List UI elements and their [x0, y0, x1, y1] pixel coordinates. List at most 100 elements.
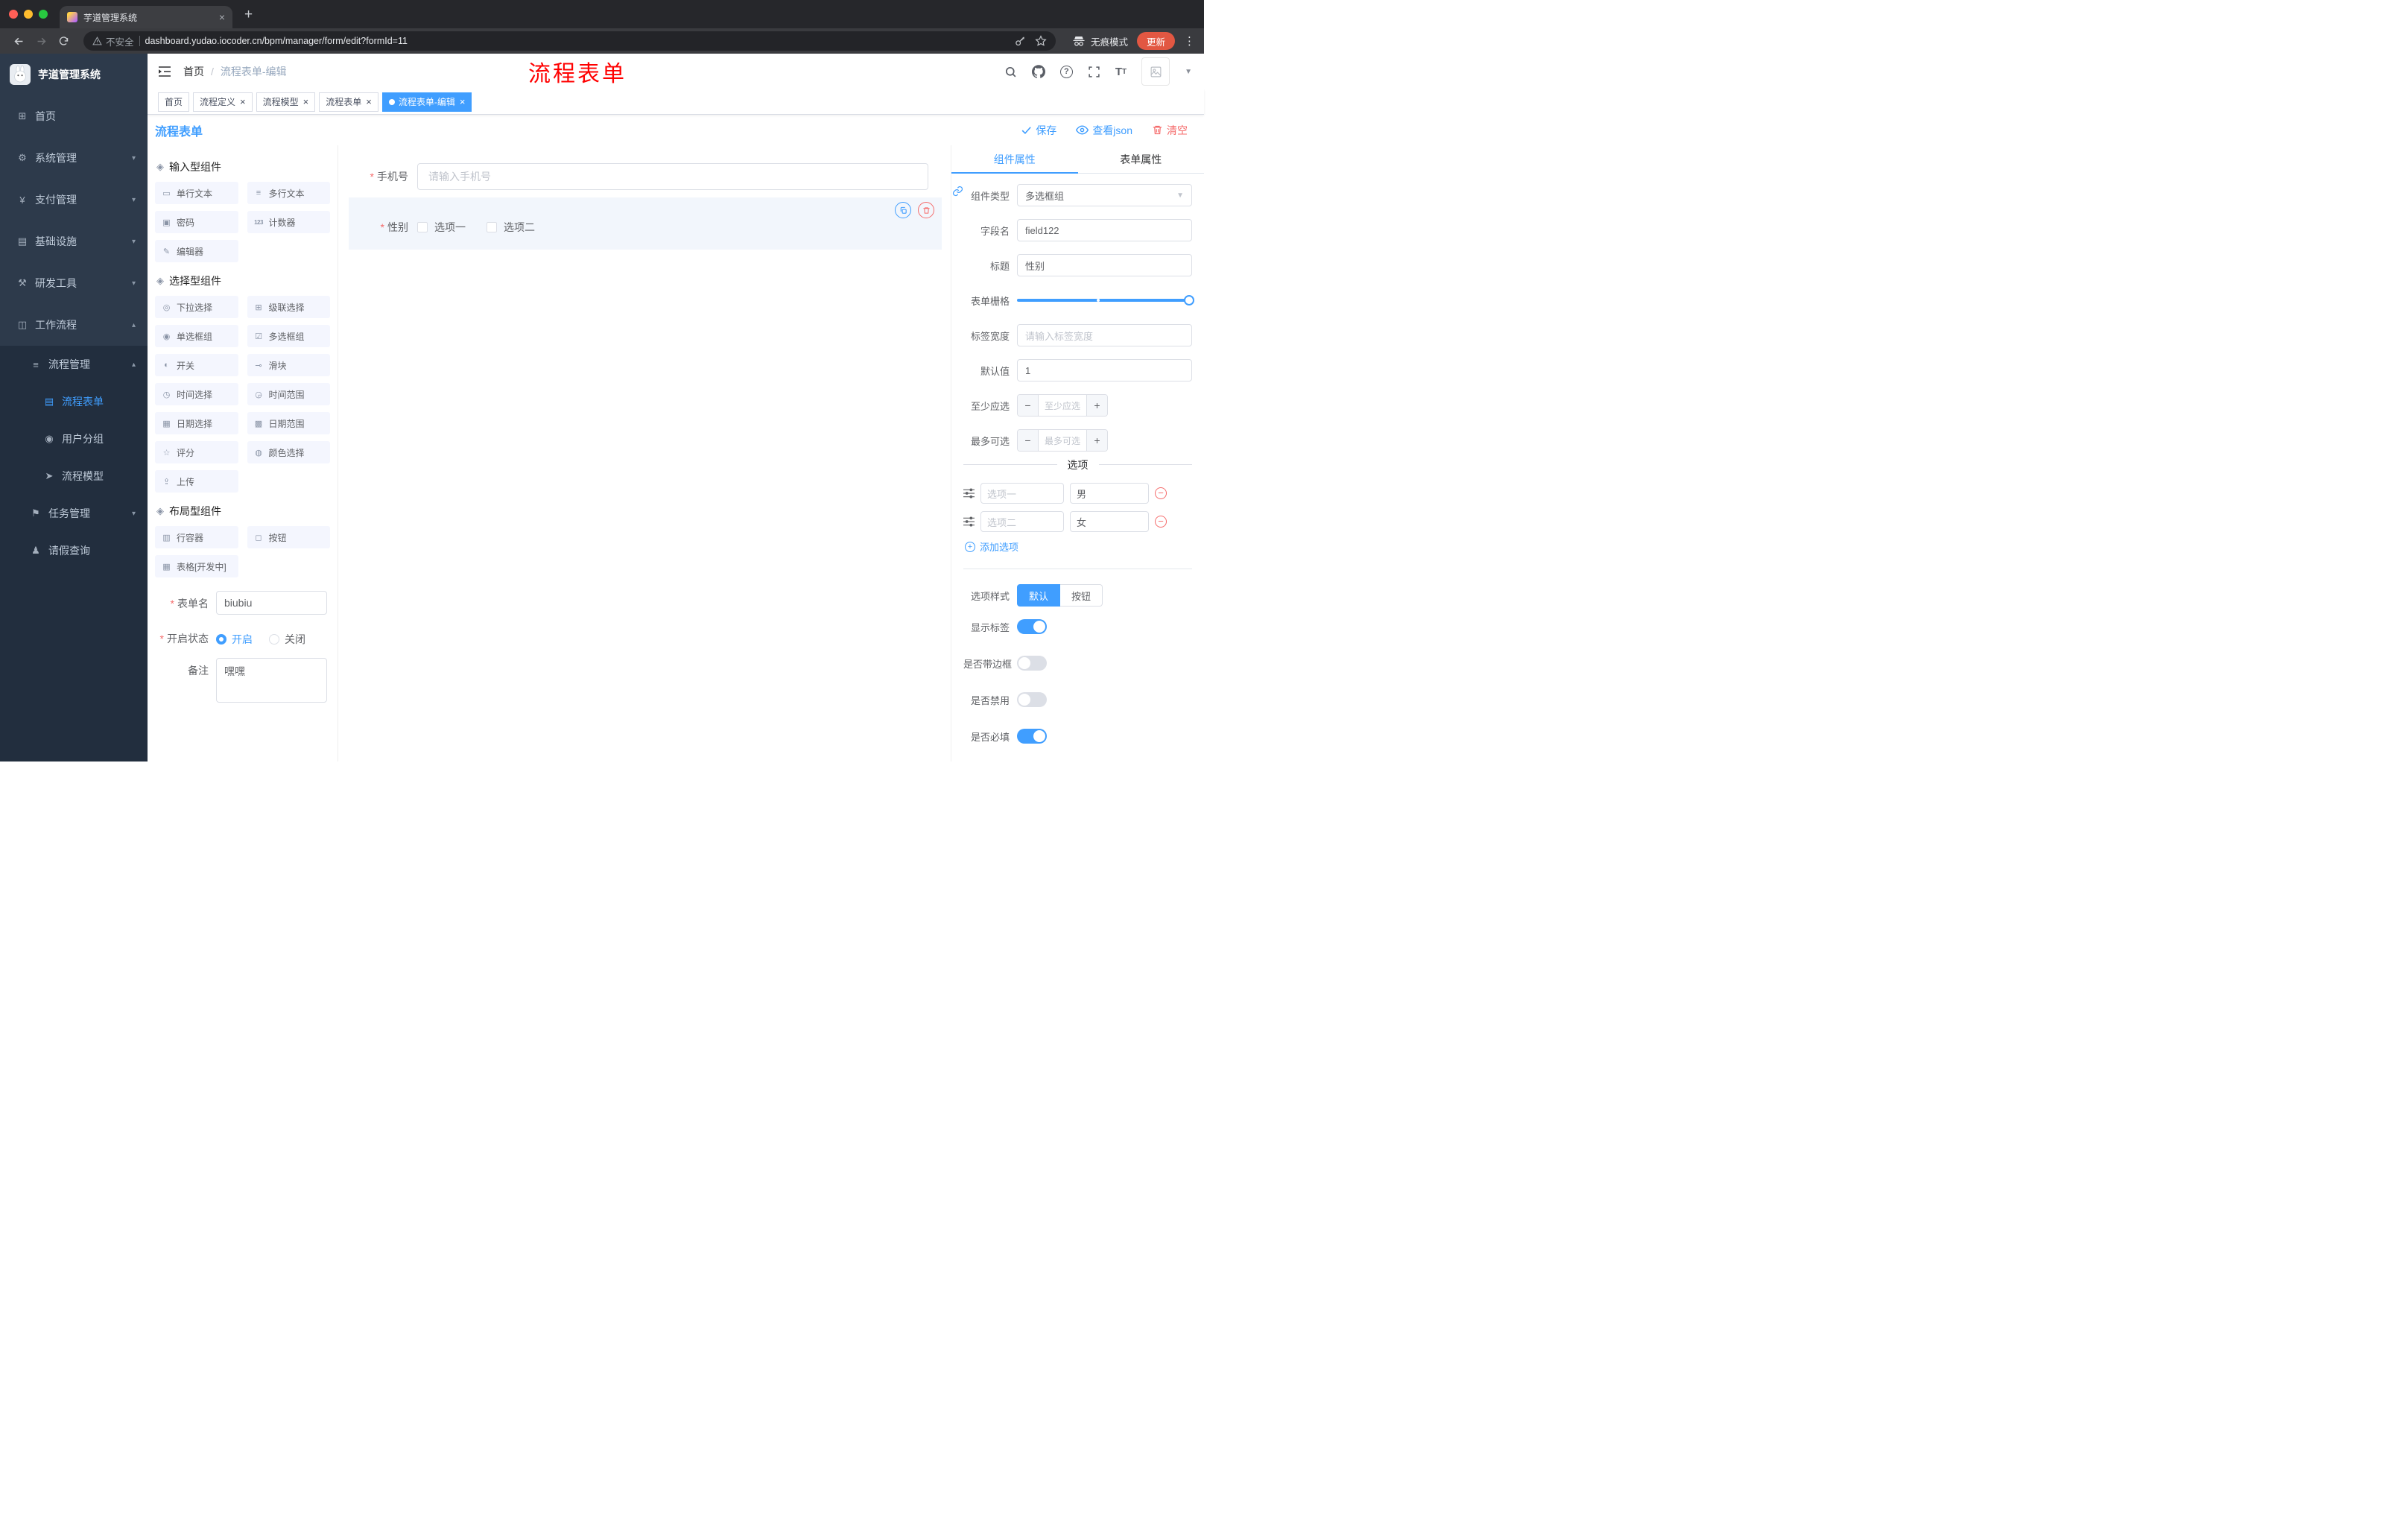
tag-process-form-edit[interactable]: 流程表单-编辑 ×	[381, 92, 472, 112]
palette-item-date-range[interactable]: ▩ 日期范围	[247, 412, 330, 434]
fullscreen-icon[interactable]	[1088, 66, 1100, 78]
tag-process-model[interactable]: 流程模型 ×	[256, 92, 316, 112]
sidebar-item-workflow[interactable]: ◫ 工作流程 ▴	[0, 304, 148, 346]
minus-icon[interactable]: −	[1018, 430, 1039, 451]
security-status[interactable]: 不安全	[92, 34, 134, 48]
default-value-input[interactable]: 1	[1017, 359, 1192, 381]
breadcrumb-home[interactable]: 首页	[183, 64, 204, 79]
canvas-field-phone[interactable]: 手机号 请输入手机号	[349, 163, 942, 190]
style-button-button[interactable]: 按钮	[1060, 584, 1103, 607]
browser-tab[interactable]: 芋道管理系统 ×	[60, 6, 232, 28]
view-json-button[interactable]: 查看json	[1076, 123, 1132, 138]
font-size-icon[interactable]: TT	[1115, 66, 1127, 78]
remove-option-icon[interactable]: −	[1155, 516, 1167, 528]
sidebar-item-process-form[interactable]: ▤ 流程表单	[0, 383, 148, 420]
forward-icon[interactable]	[31, 31, 51, 51]
close-icon[interactable]: ×	[303, 97, 309, 107]
option-2-name-input[interactable]: 选项二	[980, 511, 1064, 532]
max-select-value[interactable]: 最多可选	[1039, 430, 1086, 451]
slider-handle[interactable]	[1184, 295, 1194, 305]
github-icon[interactable]	[1031, 65, 1045, 78]
style-default-button[interactable]: 默认	[1017, 584, 1061, 607]
drag-handle-icon[interactable]	[963, 516, 975, 527]
close-icon[interactable]: ×	[460, 97, 466, 107]
phone-input[interactable]: 请输入手机号	[417, 163, 928, 190]
palette-item-time-picker[interactable]: ◷ 时间选择	[155, 383, 238, 405]
required-toggle[interactable]	[1017, 729, 1047, 744]
sidebar-item-leave-query[interactable]: ♟ 请假查询	[0, 532, 148, 569]
palette-item-time-range[interactable]: ◶ 时间范围	[247, 383, 330, 405]
palette-item-date-picker[interactable]: ▦ 日期选择	[155, 412, 238, 434]
sidebar-toggle-icon[interactable]	[158, 66, 171, 77]
close-icon[interactable]: ×	[366, 97, 372, 107]
option-1-value-input[interactable]: 男	[1070, 483, 1149, 504]
palette-item-counter[interactable]: 123 计数器	[247, 211, 330, 233]
remark-textarea[interactable]: 嘿嘿	[216, 658, 327, 703]
palette-item-rate[interactable]: ☆ 评分	[155, 441, 238, 463]
maximize-window-button[interactable]	[39, 10, 48, 19]
palette-item-button[interactable]: ◻ 按钮	[247, 526, 330, 548]
sidebar-item-home[interactable]: ⊞ 首页	[0, 95, 148, 137]
grid-slider[interactable]	[1017, 289, 1194, 311]
palette-item-slider[interactable]: ⊸ 滑块	[247, 354, 330, 376]
tag-home[interactable]: 首页	[158, 92, 190, 112]
app-logo[interactable]: 芋道管理系统	[0, 54, 148, 95]
sidebar-item-system[interactable]: ⚙ 系统管理 ▾	[0, 137, 148, 179]
plus-icon[interactable]: +	[1086, 395, 1107, 416]
sidebar-item-process-model[interactable]: ➤ 流程模型	[0, 457, 148, 495]
update-button[interactable]: 更新	[1136, 32, 1175, 50]
option-2-value-input[interactable]: 女	[1070, 511, 1149, 532]
palette-item-single-text[interactable]: ▭ 单行文本	[155, 182, 238, 204]
gender-option-2-checkbox[interactable]: 选项二	[487, 220, 535, 235]
palette-item-row-container[interactable]: ▥ 行容器	[155, 526, 238, 548]
palette-item-checkbox-group[interactable]: ☑ 多选框组	[247, 325, 330, 347]
drag-handle-icon[interactable]	[963, 488, 975, 498]
option-1-name-input[interactable]: 选项一	[980, 483, 1064, 504]
palette-item-table[interactable]: ▦ 表格[开发中]	[155, 555, 238, 577]
close-tab-icon[interactable]: ×	[219, 12, 225, 22]
status-on-radio[interactable]: 开启	[216, 632, 253, 647]
sidebar-item-payment[interactable]: ¥ 支付管理 ▾	[0, 179, 148, 221]
status-off-radio[interactable]: 关闭	[269, 632, 305, 647]
palette-item-password[interactable]: ▣ 密码	[155, 211, 238, 233]
sidebar-item-user-group[interactable]: ◉ 用户分组	[0, 420, 148, 457]
delete-field-button[interactable]	[918, 202, 934, 218]
address-bar[interactable]: 不安全 dashboard.yudao.iocoder.cn/bpm/manag…	[83, 31, 1056, 51]
title-input[interactable]: 性别	[1017, 254, 1192, 276]
component-type-select[interactable]: 多选框组 ▼	[1017, 184, 1192, 206]
minimize-window-button[interactable]	[24, 10, 33, 19]
search-icon[interactable]	[1004, 66, 1017, 78]
min-select-value[interactable]: 至少应选	[1039, 395, 1086, 416]
help-icon[interactable]: ?	[1059, 65, 1073, 78]
palette-item-color-picker[interactable]: ◍ 颜色选择	[247, 441, 330, 463]
avatar-caret-icon[interactable]: ▼	[1185, 68, 1192, 76]
palette-item-switch[interactable]: ◐ 开关	[155, 354, 238, 376]
plus-icon[interactable]: +	[1086, 430, 1107, 451]
remove-option-icon[interactable]: −	[1155, 487, 1167, 499]
clear-button[interactable]: 清空	[1152, 123, 1188, 138]
palette-item-upload[interactable]: ⇪ 上传	[155, 470, 238, 493]
browser-menu-icon[interactable]: ⋮	[1184, 34, 1195, 48]
save-button[interactable]: 保存	[1021, 123, 1056, 138]
minus-icon[interactable]: −	[1018, 395, 1039, 416]
link-icon[interactable]	[952, 186, 963, 197]
border-toggle[interactable]	[1017, 656, 1047, 671]
copy-field-button[interactable]	[895, 202, 911, 218]
new-tab-button[interactable]: +	[244, 7, 253, 22]
sidebar-item-devtools[interactable]: ⚒ 研发工具 ▾	[0, 262, 148, 304]
sidebar-item-process-mgmt[interactable]: ≡ 流程管理 ▴	[0, 346, 148, 383]
gender-option-1-checkbox[interactable]: 选项一	[417, 220, 466, 235]
close-icon[interactable]: ×	[240, 97, 246, 107]
sidebar-item-infra[interactable]: ▤ 基础设施 ▾	[0, 221, 148, 262]
palette-item-cascader[interactable]: ⊞ 级联选择	[247, 296, 330, 318]
sidebar-item-task-mgmt[interactable]: ⚑ 任务管理 ▾	[0, 495, 148, 532]
back-icon[interactable]	[9, 31, 28, 51]
close-window-button[interactable]	[9, 10, 18, 19]
reload-icon[interactable]	[54, 31, 73, 51]
tab-component-props[interactable]: 组件属性	[951, 145, 1078, 174]
palette-item-select[interactable]: ◎ 下拉选择	[155, 296, 238, 318]
key-icon[interactable]	[1015, 36, 1026, 47]
avatar[interactable]	[1141, 57, 1170, 86]
field-name-input[interactable]: field122	[1017, 219, 1192, 241]
form-name-input[interactable]: biubiu	[216, 591, 327, 615]
